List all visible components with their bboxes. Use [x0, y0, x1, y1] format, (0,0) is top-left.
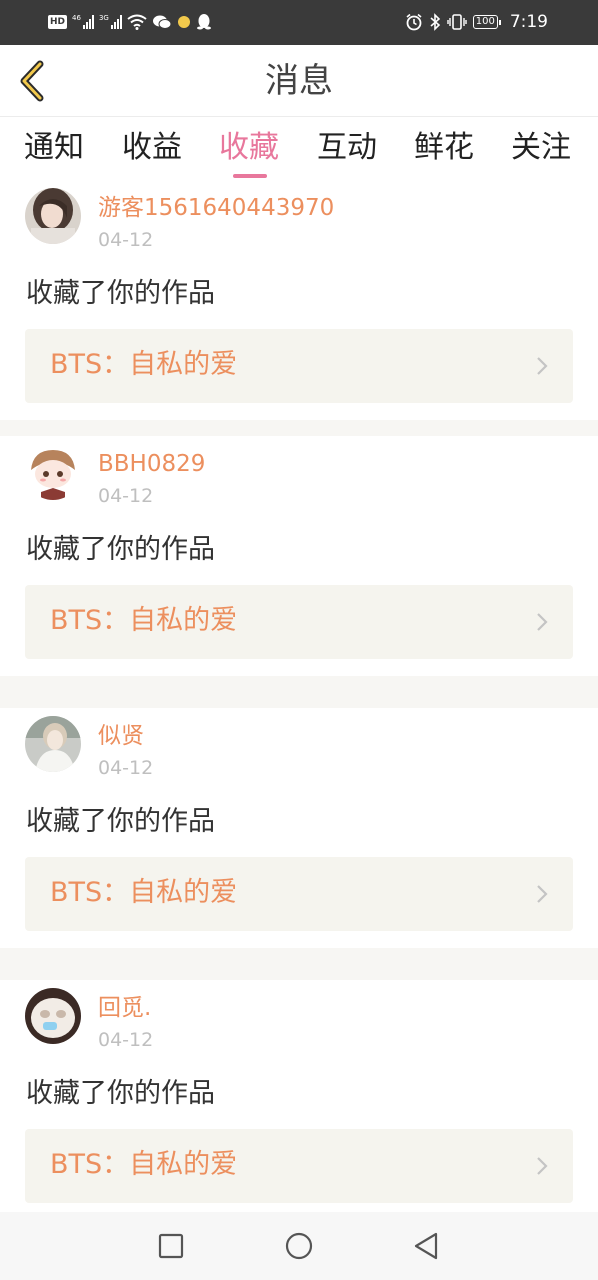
status-bar-left: HD 46 3G: [48, 10, 212, 34]
work-title: BTS：自私的爱: [50, 877, 238, 908]
timestamp: 04-12: [98, 1029, 154, 1051]
tab-flowers[interactable]: 鲜花: [414, 128, 474, 168]
work-link[interactable]: BTS：自私的爱: [25, 857, 573, 931]
avatar[interactable]: [25, 988, 81, 1044]
network-type-label: 46: [72, 14, 81, 22]
app-notification-icon: [177, 16, 190, 28]
status-bar: HD 46 3G 100 7:19: [0, 0, 598, 45]
chevron-right-icon: [537, 357, 548, 375]
work-title: BTS：自私的爱: [50, 1149, 238, 1180]
circle-icon: [285, 1232, 313, 1260]
work-link[interactable]: BTS：自私的爱: [25, 585, 573, 659]
qq-icon: [196, 14, 211, 30]
status-bar-right: 100 7:19: [405, 10, 548, 34]
chevron-right-icon: [537, 1157, 548, 1175]
work-link[interactable]: BTS：自私的爱: [25, 329, 573, 403]
list-item: 游客1561640443970 04-12 收藏了你的作品 BTS：自私的爱: [0, 180, 598, 420]
wechat-icon: [152, 15, 172, 29]
work-title: BTS：自私的爱: [50, 349, 238, 380]
message-list[interactable]: 游客1561640443970 04-12 收藏了你的作品 BTS：自私的爱 B…: [0, 180, 598, 1212]
action-text: 收藏了你的作品: [26, 534, 215, 565]
list-item: 回觅. 04-12 收藏了你的作品 BTS：自私的爱: [0, 980, 598, 1212]
action-text: 收藏了你的作品: [26, 1078, 215, 1109]
chevron-right-icon: [537, 613, 548, 631]
vibrate-icon: [447, 14, 467, 30]
username[interactable]: BBH0829: [98, 449, 205, 479]
hd-badge: HD: [48, 15, 68, 29]
action-text: 收藏了你的作品: [26, 806, 215, 837]
tab-following[interactable]: 关注: [511, 128, 571, 168]
chevron-right-icon: [537, 885, 548, 903]
signal-icon: 46: [72, 15, 94, 29]
list-item: 似贤 04-12 收藏了你的作品 BTS：自私的爱: [0, 708, 598, 948]
bluetooth-icon: [430, 13, 440, 31]
work-title: BTS：自私的爱: [50, 605, 238, 636]
battery-icon: 100: [472, 15, 501, 29]
tab-bar: 通知 收益 收藏 互动 鲜花 关注: [0, 118, 598, 180]
wifi-icon: [127, 14, 147, 30]
triangle-back-icon: [414, 1232, 438, 1260]
username[interactable]: 游客1561640443970: [98, 193, 334, 223]
active-tab-indicator: [233, 174, 267, 178]
timestamp: 04-12: [98, 757, 154, 779]
username[interactable]: 回觅.: [98, 993, 151, 1023]
back-nav-button[interactable]: [410, 1230, 442, 1262]
signal-icon-2: 3G: [99, 15, 122, 29]
list-item: BBH0829 04-12 收藏了你的作品 BTS：自私的爱: [0, 436, 598, 676]
recent-apps-button[interactable]: [155, 1230, 187, 1262]
square-icon: [158, 1233, 184, 1259]
clock-time: 7:19: [509, 12, 548, 32]
network-type-label-2: 3G: [98, 14, 109, 22]
app-header: 消息: [0, 45, 598, 117]
avatar[interactable]: [25, 444, 81, 500]
page-title: 消息: [265, 61, 333, 101]
tab-favorites[interactable]: 收藏: [219, 128, 279, 168]
alarm-icon: [406, 13, 422, 31]
timestamp: 04-12: [98, 229, 154, 251]
action-text: 收藏了你的作品: [26, 278, 215, 309]
avatar[interactable]: [25, 188, 81, 244]
tab-earnings[interactable]: 收益: [122, 128, 182, 168]
username[interactable]: 似贤: [98, 721, 144, 751]
tab-notifications[interactable]: 通知: [24, 128, 84, 168]
work-link[interactable]: BTS：自私的爱: [25, 1129, 573, 1203]
timestamp: 04-12: [98, 485, 154, 507]
tab-interactions[interactable]: 互动: [317, 128, 377, 168]
home-button[interactable]: [283, 1230, 315, 1262]
system-nav-bar: [0, 1212, 598, 1280]
avatar[interactable]: [25, 716, 81, 772]
